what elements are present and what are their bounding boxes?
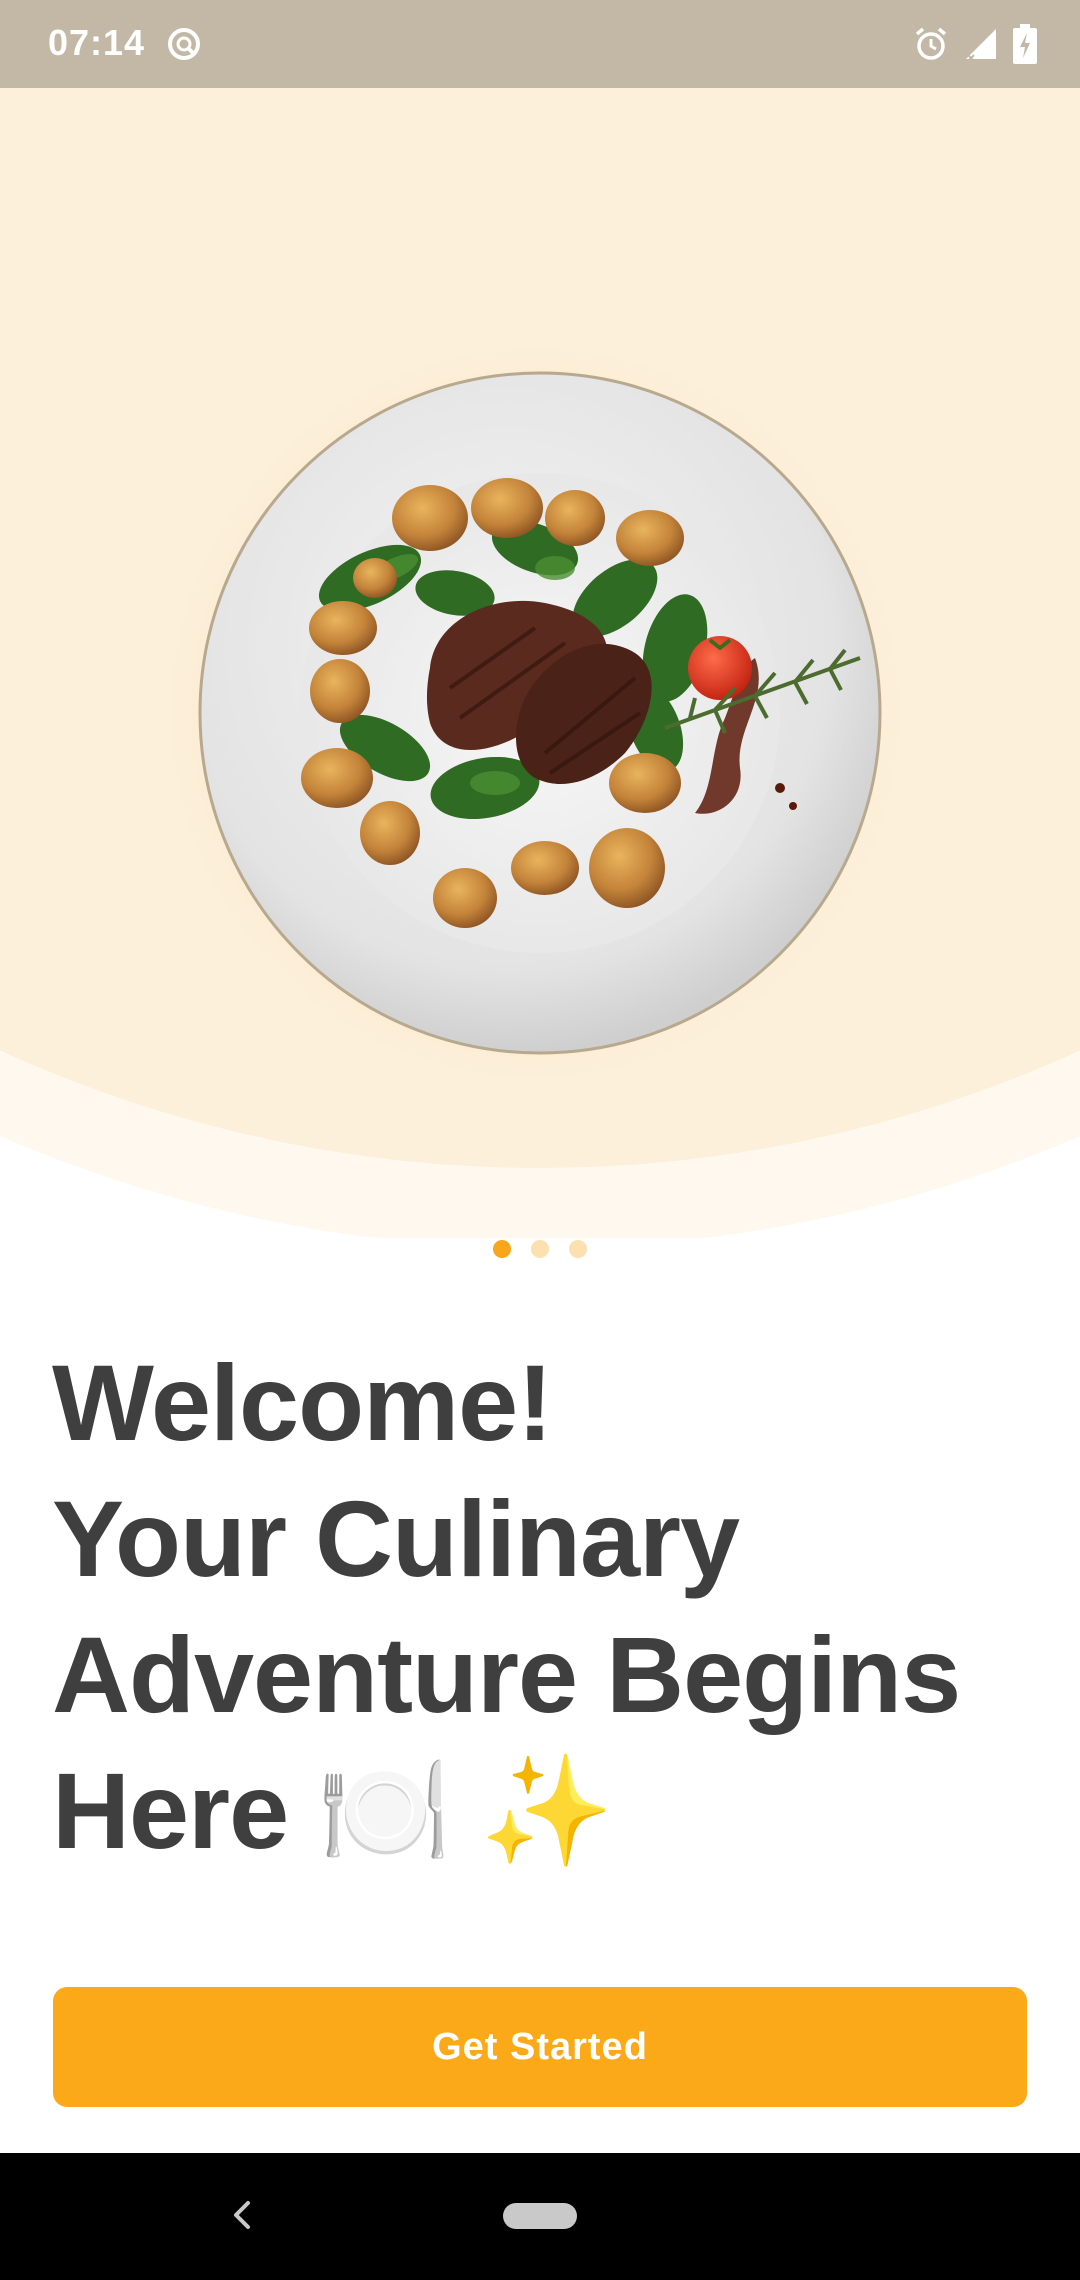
welcome-headline: Welcome! Your Culinary Adventure Begins … <box>52 1335 1042 1879</box>
app-notification-icon <box>168 28 200 60</box>
headline-line: Adventure Begins <box>52 1614 961 1735</box>
system-navigation-bar <box>0 2153 1080 2280</box>
carousel-dot-active[interactable] <box>493 1240 511 1258</box>
alarm-icon <box>915 27 947 60</box>
signal-icon <box>966 29 996 62</box>
hero-section <box>0 88 1080 1238</box>
food-plate-image <box>198 371 882 1055</box>
status-bar: 07:14 <box>0 0 1080 88</box>
carousel-indicator <box>0 1240 1080 1258</box>
headline-line: Your Culinary <box>52 1478 740 1599</box>
back-icon[interactable] <box>222 2195 262 2235</box>
status-icons <box>912 24 1038 64</box>
headline-line: Welcome! <box>52 1342 553 1463</box>
headline-line: Here 🍽️ ✨ <box>52 1750 614 1871</box>
carousel-dot[interactable] <box>569 1240 587 1258</box>
home-pill-icon[interactable] <box>503 2203 577 2229</box>
status-time: 07:14 <box>48 22 146 63</box>
battery-charging-icon <box>1013 24 1037 64</box>
get-started-button[interactable]: Get Started <box>53 1987 1027 2107</box>
carousel-dot[interactable] <box>531 1240 549 1258</box>
